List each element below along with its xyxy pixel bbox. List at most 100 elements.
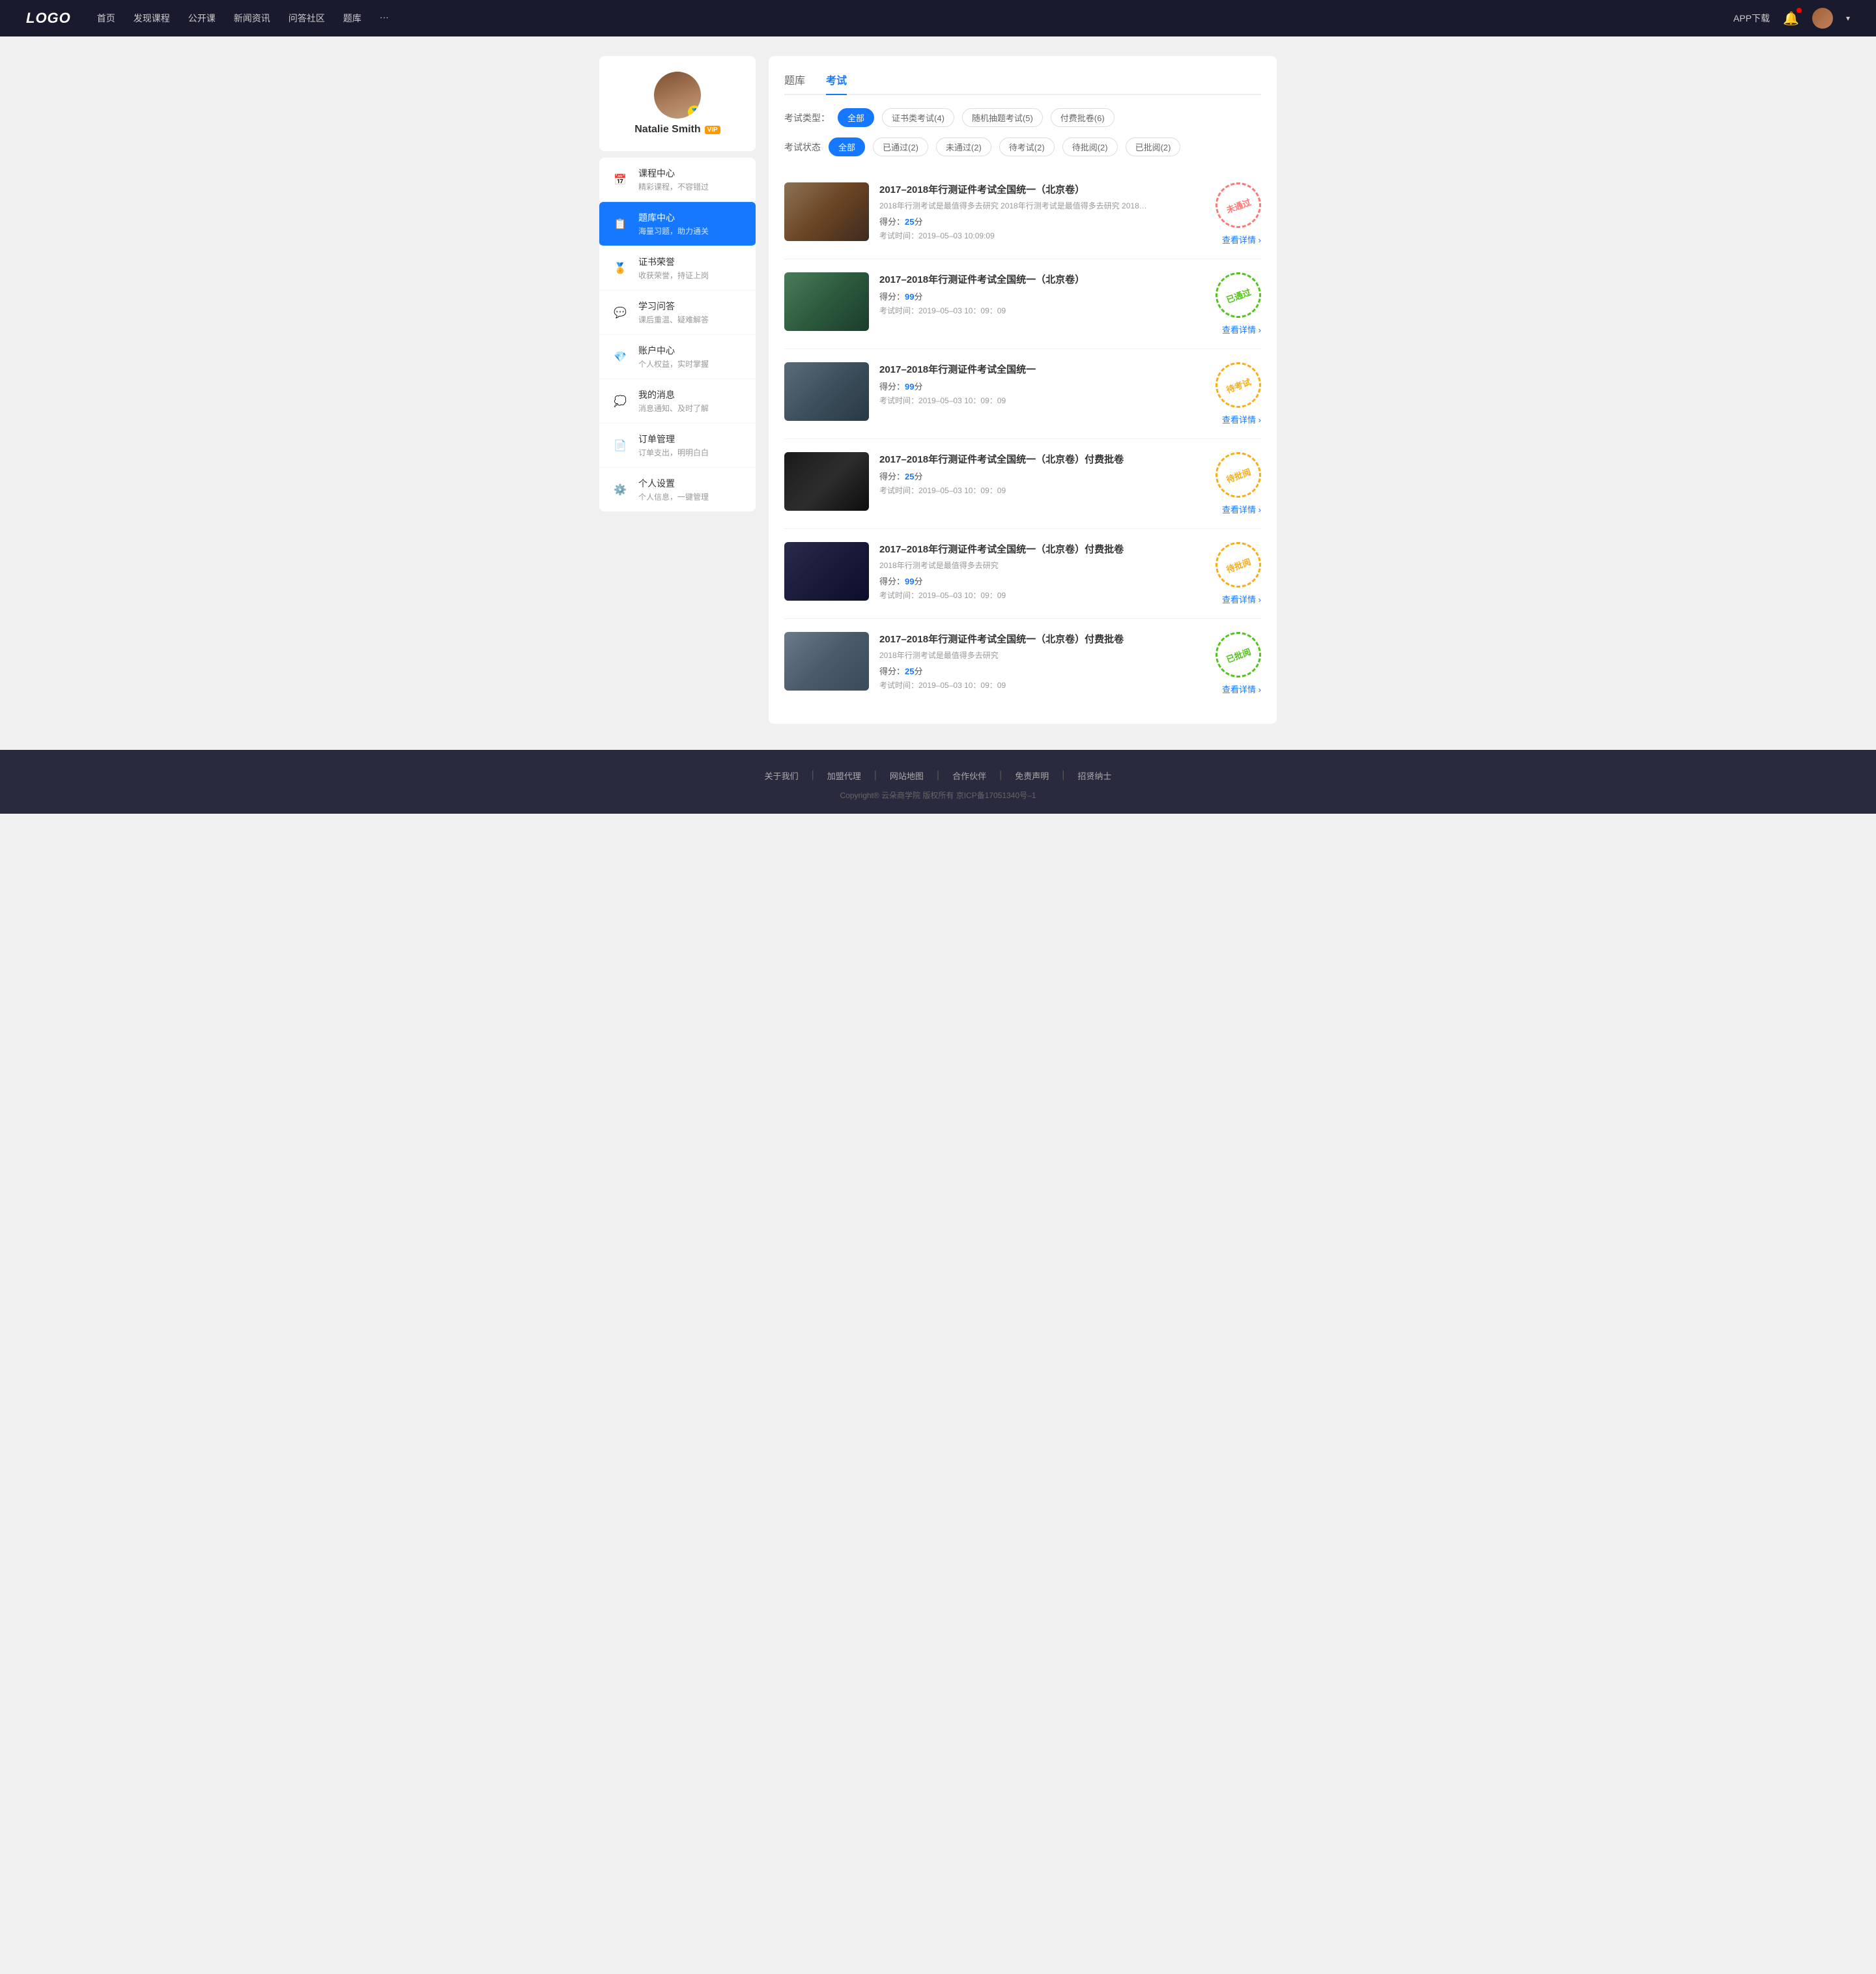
notification-bell[interactable]: 🔔 bbox=[1783, 10, 1799, 27]
footer-separator: | bbox=[937, 769, 939, 782]
footer-link-1[interactable]: 加盟代理 bbox=[827, 769, 861, 782]
exam-time: 考试时间：2019–05–03 10：09：09 bbox=[879, 485, 1186, 496]
sidebar-item-account[interactable]: 💎 账户中心 个人权益，实时掌握 bbox=[599, 335, 756, 379]
sidebar-item-question-bank[interactable]: 📋 题库中心 海量习题，助力通关 bbox=[599, 202, 756, 246]
exam-item-exam-1: 2017–2018年行测证件考试全国统一（北京卷） 2018年行测考试是最值得多… bbox=[784, 169, 1261, 259]
exam-thumbnail bbox=[784, 542, 869, 601]
footer-link-4[interactable]: 免责声明 bbox=[1015, 769, 1049, 782]
exam-detail-link[interactable]: 查看详情 › bbox=[1222, 593, 1261, 605]
user-menu-chevron-icon[interactable]: ▾ bbox=[1846, 14, 1850, 23]
exam-title: 2017–2018年行测证件考试全国统一 bbox=[879, 362, 1186, 376]
exam-action: 待批阅 查看详情 › bbox=[1196, 452, 1261, 515]
exam-item-exam-6: 2017–2018年行测证件考试全国统一（北京卷）付费批卷 2018年行测考试是… bbox=[784, 619, 1261, 708]
exam-time: 考试时间：2019–05–03 10:09:09 bbox=[879, 230, 1186, 241]
sidebar-item-study-qa[interactable]: 💬 学习问答 课后重温、疑难解答 bbox=[599, 291, 756, 335]
footer-link-2[interactable]: 网站地图 bbox=[890, 769, 924, 782]
user-avatar[interactable] bbox=[1812, 8, 1833, 29]
exam-status-stamp: 待考试 bbox=[1209, 356, 1268, 414]
sidebar-username: Natalie Smith VIP bbox=[610, 124, 745, 136]
footer-link-3[interactable]: 合作伙伴 bbox=[952, 769, 986, 782]
exam-detail-link[interactable]: 查看详情 › bbox=[1222, 683, 1261, 695]
study-qa-sublabel: 课后重温、疑难解答 bbox=[638, 314, 745, 325]
exam-title: 2017–2018年行测证件考试全国统一（北京卷）付费批卷 bbox=[879, 542, 1186, 556]
navbar: LOGO 首页 发现课程 公开课 新闻资讯 问答社区 题库 ··· APP下载 🔔 ▾ bbox=[0, 0, 1876, 36]
exam-item-exam-3: 2017–2018年行测证件考试全国统一 得分：99分 考试时间：2019–05… bbox=[784, 349, 1261, 439]
exam-action: 已通过 查看详情 › bbox=[1196, 272, 1261, 336]
course-center-label: 课程中心 bbox=[638, 167, 745, 180]
exam-score: 得分：99分 bbox=[879, 290, 1186, 302]
nav-link-nav-more[interactable]: ··· bbox=[380, 12, 389, 22]
exam-status-stamp: 已通过 bbox=[1209, 266, 1268, 324]
sidebar: 🏅 Natalie Smith VIP 📅 课程中心 精彩课程，不容错过 📋 题… bbox=[599, 56, 756, 724]
exam-status-filter-label: 考试状态 bbox=[784, 141, 821, 154]
orders-sublabel: 订单支出，明明白白 bbox=[638, 447, 745, 458]
exam-time: 考试时间：2019–05–03 10：09：09 bbox=[879, 305, 1186, 316]
messages-sublabel: 消息通知、及时了解 bbox=[638, 403, 745, 414]
exam-info: 2017–2018年行测证件考试全国统一 得分：99分 考试时间：2019–05… bbox=[879, 362, 1186, 406]
footer-separator: | bbox=[812, 769, 814, 782]
footer-link-5[interactable]: 招贤纳士 bbox=[1077, 769, 1111, 782]
content-area: 题库考试 考试类型： 全部证书类考试(4)随机抽题考试(5)付费批卷(6) 考试… bbox=[769, 56, 1277, 724]
orders-icon: 📄 bbox=[610, 435, 631, 456]
sidebar-item-orders[interactable]: 📄 订单管理 订单支出，明明白白 bbox=[599, 423, 756, 468]
nav-link-nav-courses[interactable]: 发现课程 bbox=[134, 13, 170, 23]
exam-thumbnail bbox=[784, 272, 869, 331]
exam-status-filter-已通过(2)[interactable]: 已通过(2) bbox=[873, 137, 928, 156]
exam-detail-link[interactable]: 查看详情 › bbox=[1222, 503, 1261, 515]
content-tabs: 题库考试 bbox=[784, 72, 1261, 95]
exam-score-value: 99 bbox=[905, 382, 914, 392]
sidebar-item-certificate[interactable]: 🏅 证书荣誉 收获荣誉，持证上岗 bbox=[599, 246, 756, 291]
exam-status-filter-待批阅(2)[interactable]: 待批阅(2) bbox=[1062, 137, 1118, 156]
account-icon: 💎 bbox=[610, 347, 631, 367]
tab-考试[interactable]: 考试 bbox=[826, 72, 847, 94]
exam-type-filter-付费批卷(6)[interactable]: 付费批卷(6) bbox=[1051, 108, 1115, 127]
username-text: Natalie Smith bbox=[634, 124, 700, 136]
footer-separator: | bbox=[999, 769, 1002, 782]
messages-label: 我的消息 bbox=[638, 388, 745, 401]
footer: 关于我们|加盟代理|网站地图|合作伙伴|免责声明|招贤纳士 Copyright®… bbox=[0, 750, 1876, 814]
exam-title: 2017–2018年行测证件考试全国统一（北京卷）付费批卷 bbox=[879, 452, 1186, 466]
exam-type-filter-全部[interactable]: 全部 bbox=[838, 108, 874, 127]
exam-info: 2017–2018年行测证件考试全国统一（北京卷） 得分：99分 考试时间：20… bbox=[879, 272, 1186, 316]
nav-link-nav-qa[interactable]: 问答社区 bbox=[289, 13, 325, 23]
nav-link-nav-opencourse[interactable]: 公开课 bbox=[188, 13, 216, 23]
exam-score-value: 25 bbox=[905, 666, 914, 676]
nav-link-nav-home[interactable]: 首页 bbox=[97, 13, 115, 23]
exam-title: 2017–2018年行测证件考试全国统一（北京卷） bbox=[879, 182, 1186, 196]
exam-status-filter-待考试(2)[interactable]: 待考试(2) bbox=[999, 137, 1055, 156]
exam-item-exam-5: 2017–2018年行测证件考试全国统一（北京卷）付费批卷 2018年行测考试是… bbox=[784, 529, 1261, 619]
footer-separator: | bbox=[1062, 769, 1064, 782]
exam-score: 得分：25分 bbox=[879, 215, 1186, 227]
exam-type-filter-证书类考试(4)[interactable]: 证书类考试(4) bbox=[882, 108, 954, 127]
course-center-icon: 📅 bbox=[610, 169, 631, 190]
exam-info: 2017–2018年行测证件考试全国统一（北京卷）付费批卷 得分：25分 考试时… bbox=[879, 452, 1186, 496]
exam-thumbnail bbox=[784, 182, 869, 241]
logo[interactable]: LOGO bbox=[26, 10, 71, 27]
exam-list: 2017–2018年行测证件考试全国统一（北京卷） 2018年行测考试是最值得多… bbox=[784, 169, 1261, 708]
settings-sublabel: 个人信息，一键管理 bbox=[638, 491, 745, 502]
tab-题库[interactable]: 题库 bbox=[784, 72, 805, 94]
exam-thumbnail bbox=[784, 452, 869, 511]
nav-link-nav-news[interactable]: 新闻资讯 bbox=[234, 13, 270, 23]
nav-link-nav-questions[interactable]: 题库 bbox=[343, 13, 362, 23]
exam-status-filter-未通过(2)[interactable]: 未通过(2) bbox=[936, 137, 991, 156]
exam-action: 待考试 查看详情 › bbox=[1196, 362, 1261, 425]
exam-type-filter-随机抽题考试(5)[interactable]: 随机抽题考试(5) bbox=[962, 108, 1043, 127]
exam-status-stamp: 未通过 bbox=[1209, 176, 1268, 235]
exam-desc: 2018年行测考试是最值得多去研究 2018年行测考试是最值得多去研究 2018… bbox=[879, 200, 1153, 211]
exam-detail-link[interactable]: 查看详情 › bbox=[1222, 413, 1261, 425]
avatar-image bbox=[1812, 8, 1833, 29]
exam-desc: 2018年行测考试是最值得多去研究 bbox=[879, 560, 1153, 571]
exam-desc: 2018年行测考试是最值得多去研究 bbox=[879, 650, 1153, 661]
exam-status-filter-全部[interactable]: 全部 bbox=[829, 137, 865, 156]
footer-link-0[interactable]: 关于我们 bbox=[765, 769, 799, 782]
sidebar-item-messages[interactable]: 💭 我的消息 消息通知、及时了解 bbox=[599, 379, 756, 423]
app-download-button[interactable]: APP下载 bbox=[1733, 12, 1770, 25]
sidebar-item-course-center[interactable]: 📅 课程中心 精彩课程，不容错过 bbox=[599, 158, 756, 202]
question-bank-label: 题库中心 bbox=[638, 211, 745, 224]
exam-time: 考试时间：2019–05–03 10：09：09 bbox=[879, 395, 1186, 406]
sidebar-item-settings[interactable]: ⚙️ 个人设置 个人信息，一键管理 bbox=[599, 468, 756, 511]
exam-detail-link[interactable]: 查看详情 › bbox=[1222, 233, 1261, 246]
exam-status-filter-已批阅(2)[interactable]: 已批阅(2) bbox=[1126, 137, 1181, 156]
exam-detail-link[interactable]: 查看详情 › bbox=[1222, 323, 1261, 336]
